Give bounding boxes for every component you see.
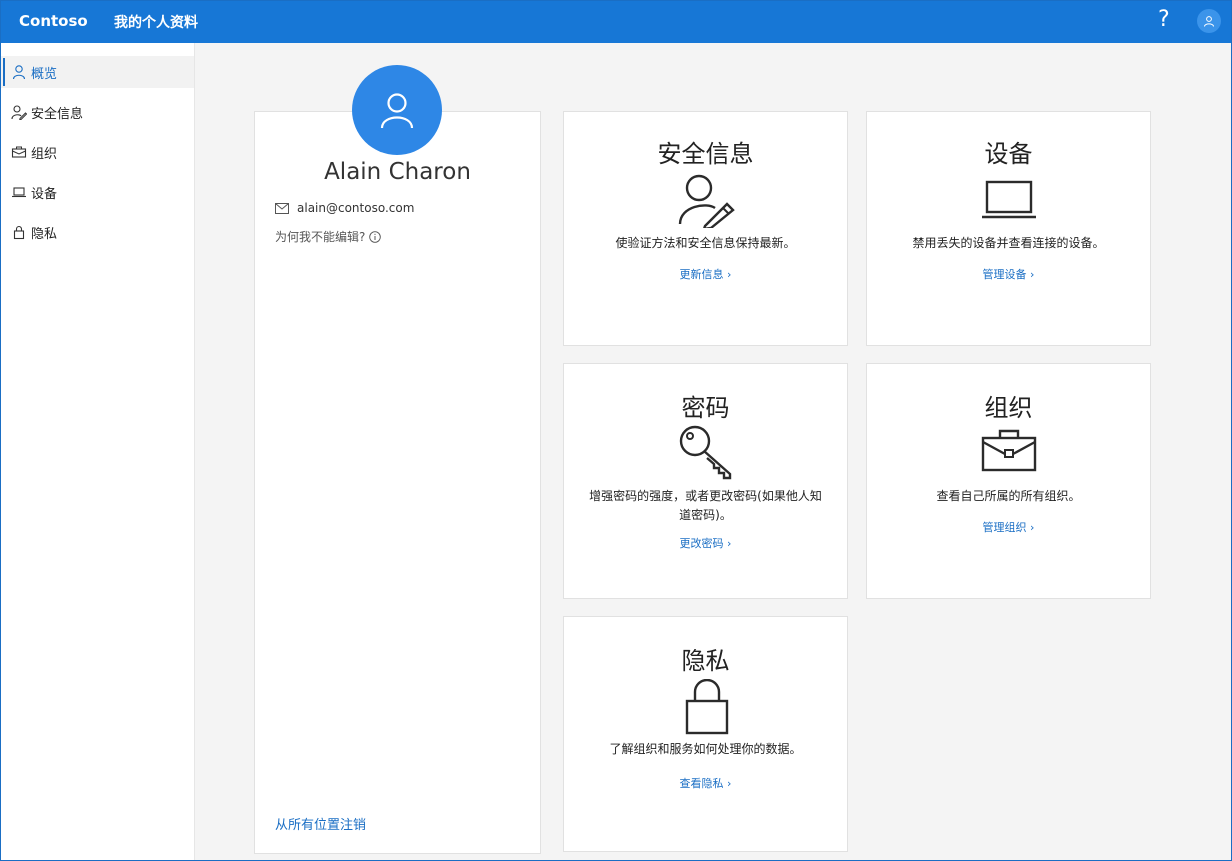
card-title: 设备 (984, 140, 1033, 168)
organizations-card: 组织 查看自己所属的所有组织。 管理组织 › (866, 363, 1151, 599)
sidebar-item-label: 安全信息 (31, 106, 84, 122)
chevron-right-icon: › (723, 268, 732, 281)
help-icon[interactable]: ? (1158, 7, 1170, 32)
person-icon (1204, 16, 1214, 27)
link-label: 管理组织 (982, 521, 1027, 534)
card-title: 隐私 (681, 647, 730, 675)
privacy-card: 隐私 了解组织和服务如何处理你的数据。 查看隐私 › (563, 616, 848, 852)
sidebar-item-devices[interactable]: 设备 (1, 176, 194, 208)
profile-card (254, 111, 541, 854)
card-description: 查看自己所属的所有组织。 (936, 489, 1081, 503)
account-button[interactable] (1197, 9, 1221, 33)
sidebar-item-privacy[interactable]: 隐私 (1, 216, 194, 248)
profile-name: Alain Charon (324, 159, 471, 185)
card-title: 安全信息 (657, 140, 754, 168)
person-edit-icon (11, 104, 27, 120)
manage-devices-link[interactable]: 管理设备 › (867, 266, 1150, 282)
lock-icon (11, 224, 27, 240)
person-icon (380, 93, 414, 129)
info-icon[interactable] (369, 230, 382, 243)
person-icon (11, 64, 27, 80)
chevron-right-icon: › (1026, 268, 1035, 281)
sidebar-item-overview[interactable]: 概览 (1, 56, 194, 88)
link-label: 更改密码 (679, 537, 724, 550)
key-icon (679, 425, 732, 480)
sidebar-item-organizations[interactable]: 组织 (1, 136, 194, 168)
sidebar-item-security-info[interactable]: 安全信息 (1, 96, 194, 128)
sidebar: 概览 安全信息 组织 设备 隐私 (1, 43, 195, 860)
chevron-right-icon: › (1026, 521, 1035, 534)
sidebar-item-label: 组织 (31, 146, 58, 162)
update-info-link[interactable]: 更新信息 › (564, 266, 847, 282)
manage-organizations-link[interactable]: 管理组织 › (867, 519, 1150, 535)
briefcase-icon (981, 429, 1037, 472)
mail-icon (275, 202, 289, 214)
view-privacy-link[interactable]: 查看隐私 › (564, 775, 847, 791)
link-label: 查看隐私 (679, 777, 724, 790)
laptop-icon (11, 184, 27, 200)
profile-email: alain@contoso.com (297, 201, 415, 215)
email-row: alain@contoso.com (275, 201, 414, 215)
sidebar-item-label: 隐私 (31, 226, 58, 242)
security-info-card: 安全信息 使验证方法和安全信息保持最新。 更新信息 › (563, 111, 848, 346)
why-cant-edit[interactable]: 为何我不能编辑? (275, 228, 382, 245)
card-description: 使验证方法和安全信息保持最新。 (615, 236, 796, 250)
avatar (352, 65, 442, 155)
brand-name[interactable]: Contoso (19, 12, 88, 30)
devices-card: 设备 禁用丢失的设备并查看连接的设备。 管理设备 › (866, 111, 1151, 346)
card-title: 密码 (681, 394, 730, 422)
chevron-right-icon: › (723, 777, 732, 790)
sidebar-item-label: 设备 (31, 186, 58, 202)
card-title: 组织 (984, 394, 1033, 422)
chevron-right-icon: › (723, 537, 732, 550)
card-description: 禁用丢失的设备并查看连接的设备。 (912, 236, 1105, 250)
page-title: 我的个人资料 (114, 15, 198, 31)
laptop-icon (982, 180, 1036, 219)
why-cant-edit-label: 为何我不能编辑? (275, 230, 366, 244)
lock-icon (685, 679, 729, 735)
briefcase-icon (11, 144, 27, 160)
link-label: 管理设备 (982, 268, 1027, 281)
sign-out-everywhere-link[interactable]: 从所有位置注销 (275, 814, 366, 833)
person-edit-icon (678, 174, 735, 228)
link-label: 更新信息 (679, 268, 724, 281)
top-bar: Contoso 我的个人资料 ? (1, 1, 1231, 43)
password-card: 密码 增强密码的强度，或者更改密码(如果他人知道密码)。 更改密码 › (563, 363, 848, 599)
card-description: 了解组织和服务如何处理你的数据。 (609, 742, 802, 756)
change-password-link[interactable]: 更改密码 › (564, 535, 847, 551)
sidebar-item-label: 概览 (31, 66, 58, 82)
card-description: 增强密码的强度，或者更改密码(如果他人知道密码)。 (589, 489, 822, 522)
